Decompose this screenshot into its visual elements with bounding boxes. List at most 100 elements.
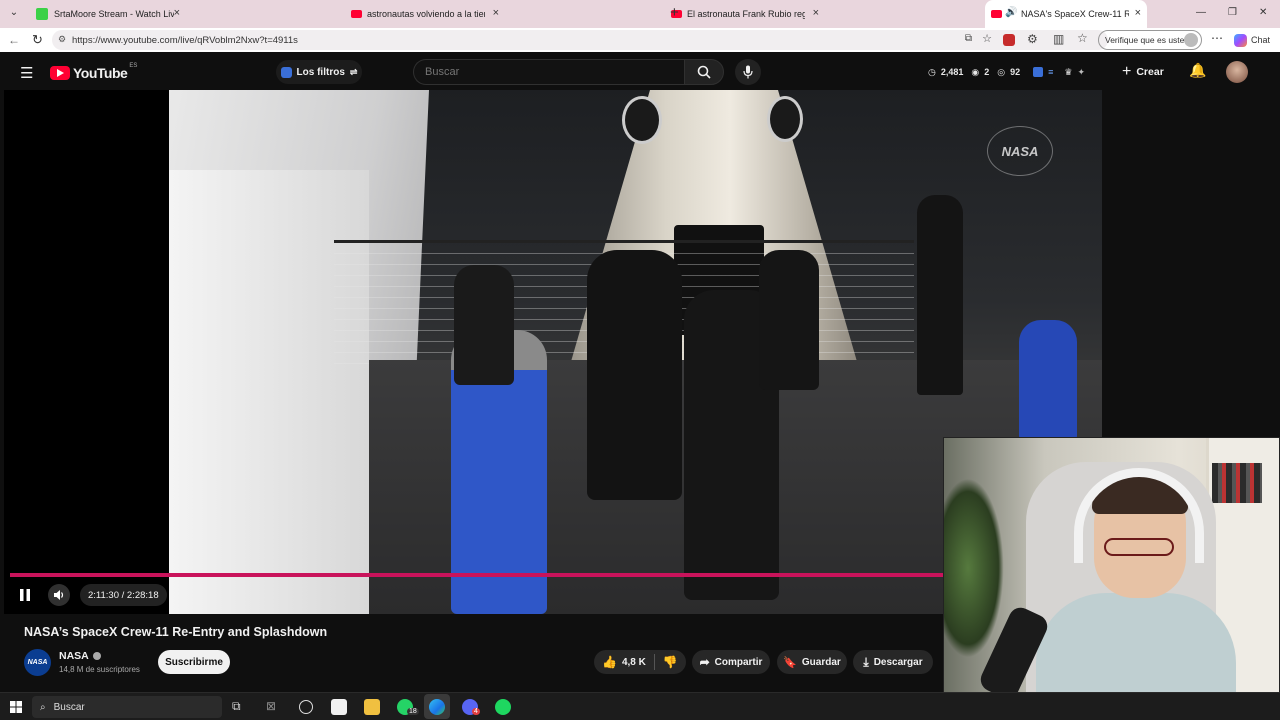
- share-button[interactable]: ➦ Compartir: [692, 650, 770, 674]
- mute-button[interactable]: [48, 584, 70, 606]
- progress-bar[interactable]: [10, 573, 1096, 577]
- voice-search-button[interactable]: [735, 59, 761, 85]
- download-button[interactable]: ⤓ Descargar: [853, 650, 933, 674]
- restore-button[interactable]: ❐: [1228, 7, 1237, 18]
- divider: [653, 654, 655, 670]
- twitch-favicon-icon: [36, 8, 48, 20]
- clock-icon: ◷: [928, 66, 936, 77]
- thumbs-up-icon: 👍: [602, 655, 617, 669]
- download-icon: ⤓: [863, 654, 869, 669]
- close-tab-icon[interactable]: ×: [174, 7, 180, 19]
- save-button[interactable]: 🔖 Guardar: [777, 650, 847, 674]
- reload-icon[interactable]: ↻: [32, 32, 43, 48]
- video-title: NASA’s SpaceX Crew-11 Re-Entry and Splas…: [24, 625, 328, 639]
- eye-icon: ◎: [997, 66, 1006, 77]
- channel-name[interactable]: NASA: [59, 650, 101, 662]
- search-icon: [697, 65, 711, 79]
- glasses-shape: [1104, 538, 1174, 556]
- youtube-favicon-icon: [351, 10, 362, 18]
- dislike-button[interactable]: 👎: [663, 655, 678, 669]
- install-app-icon[interactable]: ⧉: [965, 33, 972, 44]
- search-input[interactable]: [425, 66, 665, 78]
- bookmark-icon: 🔖: [783, 656, 797, 669]
- minimize-button[interactable]: —: [1196, 7, 1206, 18]
- filter-extension-icon: [280, 66, 292, 78]
- browser-tab-3[interactable]: El astronauta Frank Rubio regresó ×: [665, 0, 825, 28]
- site-info-icon[interactable]: ⚙: [58, 34, 66, 45]
- youtube-favicon-icon: [991, 10, 1002, 18]
- search-button[interactable]: [684, 59, 724, 85]
- browser-tab-1[interactable]: SrtaMoore Stream - Watch Live on ×: [26, 0, 186, 28]
- trophy-icon: ♛: [1064, 66, 1073, 77]
- search-box[interactable]: [413, 59, 685, 85]
- person-black-4: [454, 265, 514, 385]
- filters-button[interactable]: Los filtros ⇌: [276, 60, 362, 84]
- extension-icon[interactable]: ⚙: [1027, 32, 1038, 46]
- task-view-icon[interactable]: ⧉: [232, 699, 248, 715]
- spotify-icon[interactable]: [495, 699, 511, 715]
- like-button[interactable]: 👍 4,8 K: [602, 655, 646, 669]
- windows-start-icon[interactable]: [10, 701, 22, 713]
- capcut-icon[interactable]: [331, 699, 347, 715]
- split-screen-icon[interactable]: ▥: [1053, 32, 1064, 46]
- microphone-icon: [743, 65, 753, 79]
- nasa-watermark: NASA: [987, 126, 1053, 176]
- thumbs-down-icon: 👎: [662, 655, 678, 669]
- books-shape: [1212, 463, 1262, 503]
- close-window-button[interactable]: ✕: [1259, 7, 1267, 18]
- extension-red-icon[interactable]: [1003, 34, 1015, 46]
- notifications-bell-icon[interactable]: 🔔: [1189, 62, 1206, 79]
- filter-sliders-icon: ⇌: [349, 66, 358, 77]
- taskbar-search[interactable]: ⌕ Buscar: [32, 696, 222, 718]
- close-tab-icon[interactable]: ×: [493, 7, 499, 19]
- settings-menu-icon[interactable]: ⋯: [1211, 31, 1223, 45]
- nasa-logo-icon: NASA: [27, 659, 48, 666]
- play-pause-button[interactable]: [18, 588, 32, 602]
- extension-stats[interactable]: ◷ 2,481 ◉ 2 ◎ 92 ≡ ♛ ✦: [928, 62, 1085, 82]
- xbox-icon[interactable]: ⊠: [266, 699, 282, 715]
- youtube-logo[interactable]: YouTube ES: [50, 63, 137, 82]
- browser-tab-bar: ⌄ SrtaMoore Stream - Watch Live on × ast…: [0, 0, 1280, 28]
- sparkle-icon: ✦: [1077, 66, 1086, 77]
- tab-title: astronautas volviendo a la tierra -: [367, 9, 485, 19]
- bookmark-star-icon[interactable]: ☆: [982, 32, 992, 45]
- back-icon[interactable]: ←: [8, 33, 20, 47]
- person-black-1: [587, 250, 682, 500]
- wall-panel-shape: [169, 170, 369, 614]
- create-button[interactable]: + Crear: [1122, 61, 1164, 83]
- share-arrow-icon: ➦: [699, 655, 710, 669]
- menu-icon[interactable]: ☰: [20, 64, 33, 82]
- video-player[interactable]: NASA 2:11:30 / 2:28:18: [4, 90, 1102, 614]
- new-tab-button[interactable]: +: [670, 4, 679, 21]
- edge-browser-icon[interactable]: [429, 699, 445, 715]
- volume-icon: [54, 590, 64, 600]
- account-avatar[interactable]: [1226, 61, 1248, 83]
- subscribe-button[interactable]: Suscribirme: [158, 650, 230, 674]
- queue-icon: ≡: [1048, 67, 1054, 77]
- chatgpt-icon[interactable]: [299, 700, 313, 714]
- close-tab-icon[interactable]: ×: [813, 7, 819, 19]
- progress-played: [10, 573, 966, 577]
- verify-identity-button[interactable]: Verifique que es usted: [1098, 30, 1202, 50]
- youtube-page: ☰ YouTube ES Los filtros ⇌ ◷2,481 ◉2 ◎92…: [0, 52, 1280, 718]
- tab-list-button[interactable]: ⌄: [6, 7, 22, 21]
- copilot-icon: [1234, 33, 1247, 47]
- file-explorer-icon[interactable]: [364, 699, 380, 715]
- extension-blue-icon: [1033, 67, 1044, 77]
- tab-title: El astronauta Frank Rubio regresó: [687, 9, 805, 19]
- favorites-icon[interactable]: ☆: [1077, 31, 1088, 45]
- address-bar[interactable]: ⚙ https://www.youtube.com/live/qRVoblm2N…: [52, 30, 1108, 50]
- person-icon: ◉: [971, 66, 980, 77]
- youtube-play-logo-icon: [50, 66, 70, 80]
- subscriber-count: 14,8 M de suscriptores: [59, 665, 140, 674]
- channel-avatar[interactable]: NASA: [24, 649, 51, 676]
- audio-playing-icon[interactable]: 🔊: [1005, 7, 1017, 18]
- copilot-chat-button[interactable]: Chat: [1234, 32, 1270, 48]
- capsule-window-left: [622, 96, 662, 144]
- browser-tab-4-active[interactable]: 🔊 NASA's SpaceX Crew-11 Re-E ×: [985, 0, 1147, 28]
- plant-shape: [944, 478, 1004, 658]
- verified-check-icon: [92, 652, 101, 660]
- close-tab-icon[interactable]: ×: [1135, 7, 1141, 19]
- browser-tab-2[interactable]: astronautas volviendo a la tierra - ×: [345, 0, 505, 28]
- webcam-overlay: [943, 437, 1280, 718]
